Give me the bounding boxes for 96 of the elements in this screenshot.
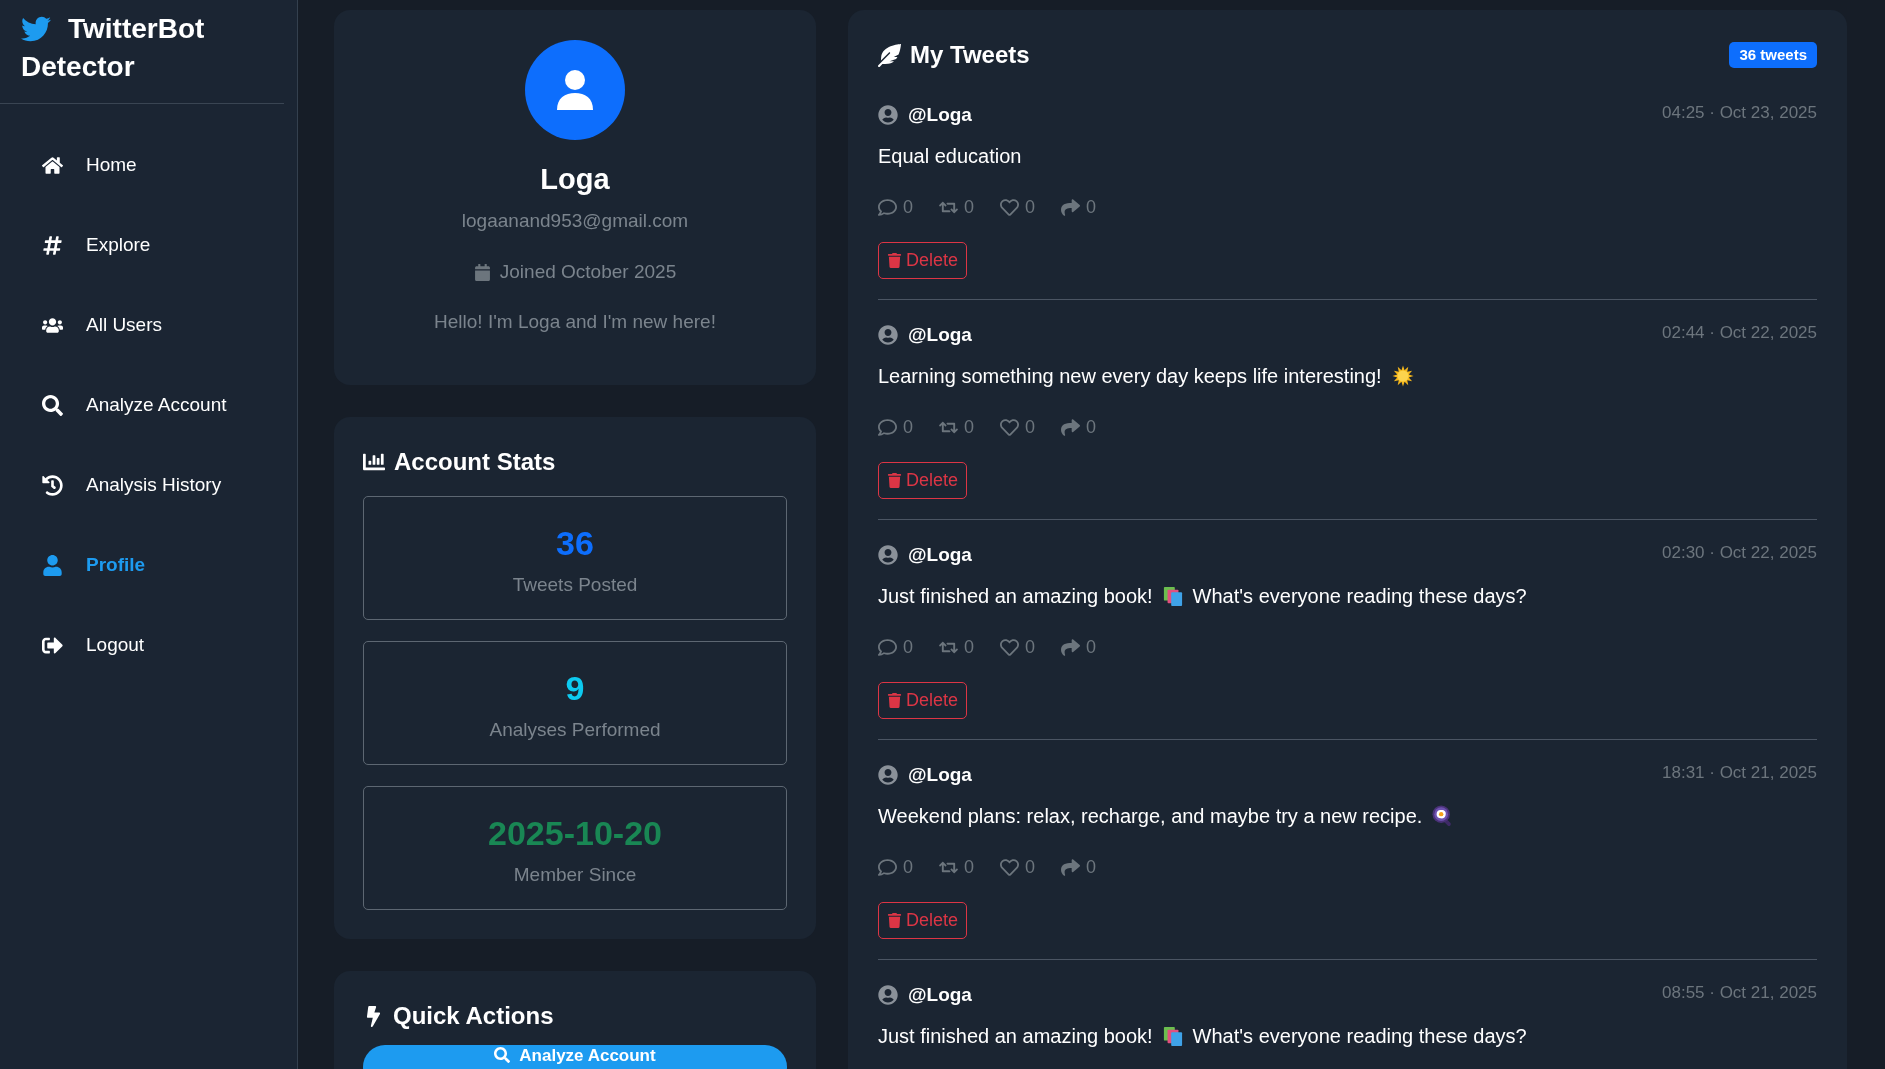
share-button[interactable]: 0: [1061, 856, 1097, 878]
tweet-time: 02:44 · Oct 22, 2025: [1662, 323, 1817, 343]
user-avatar-icon: [878, 105, 898, 125]
books-icon: [1162, 585, 1183, 607]
retweet-button[interactable]: 0: [939, 636, 975, 658]
analyze-account-button[interactable]: Analyze Account: [363, 1045, 787, 1069]
joined-date: Joined October 2025: [499, 260, 677, 284]
card-title: Account Stats: [394, 448, 556, 476]
stat-label: Member Since: [513, 863, 637, 887]
user-icon: [41, 554, 63, 576]
delete-button[interactable]: Delete: [878, 902, 968, 939]
tweet-time: 04:25 · Oct 23, 2025: [1662, 103, 1817, 123]
speech-bubble-icon: [878, 857, 897, 877]
delete-button[interactable]: Delete: [878, 682, 968, 719]
sidebar-item[interactable]: All Users: [40, 301, 162, 349]
card-title: Quick Actions: [393, 1002, 554, 1030]
tweet-handle: @Loga: [908, 104, 972, 126]
share-arrow-icon: [1061, 197, 1081, 217]
calendar-icon: [473, 263, 491, 281]
feather-icon: [878, 43, 901, 67]
user-avatar-icon: [878, 545, 898, 565]
like-button[interactable]: 0: [1000, 856, 1036, 878]
profile-email: logaanand953@gmail.com: [461, 209, 689, 233]
tweet-text: What's everyone reading these days?: [1192, 584, 1527, 609]
hashtag-icon: [41, 234, 63, 256]
share-arrow-icon: [1061, 637, 1081, 657]
share-button[interactable]: 0: [1061, 636, 1097, 658]
trash-icon: [887, 473, 902, 488]
sidebar-item[interactable]: Home: [40, 141, 137, 189]
stat-value: 2025-10-20: [488, 813, 662, 853]
trash-icon: [887, 253, 902, 268]
comment-button[interactable]: 0: [878, 416, 913, 438]
user-avatar-icon: [878, 765, 898, 785]
profile-name: Loga: [540, 162, 610, 196]
heart-icon: [1000, 417, 1020, 437]
heart-icon: [1000, 637, 1020, 657]
stat-value: 36: [556, 523, 594, 563]
retweet-button[interactable]: 0: [939, 416, 975, 438]
tweet-handle: @Loga: [908, 984, 972, 1006]
share-button[interactable]: 0: [1061, 196, 1097, 218]
tweet-handle: @Loga: [908, 324, 972, 346]
sidebar-item[interactable]: Logout: [40, 621, 145, 669]
history-icon: [41, 474, 63, 496]
home-icon: [41, 154, 63, 176]
stat-label: Analyses Performed: [489, 718, 661, 742]
tweet-text: Just finished an amazing book!: [878, 1024, 1153, 1049]
tweet-handle: @Loga: [908, 544, 972, 566]
tweet-time: 18:31 · Oct 21, 2025: [1662, 763, 1817, 783]
heart-icon: [1000, 197, 1020, 217]
delete-button[interactable]: Delete: [878, 242, 968, 279]
trash-icon: [887, 913, 902, 928]
user-avatar-icon: [878, 325, 898, 345]
search-icon: [41, 394, 63, 416]
brand-title: TwitterBot: [68, 12, 205, 46]
card-title: My Tweets: [910, 41, 1030, 69]
trash-icon: [887, 693, 902, 708]
sidebar-item[interactable]: Analysis History: [40, 461, 222, 509]
comment-button[interactable]: 0: [878, 196, 913, 218]
tweet-handle: @Loga: [908, 764, 972, 786]
sidebar-item[interactable]: Explore: [40, 221, 151, 269]
like-button[interactable]: 0: [1000, 416, 1036, 438]
starburst-icon: [1391, 365, 1414, 387]
speech-bubble-icon: [878, 637, 897, 657]
bar-chart-icon: [363, 451, 385, 473]
speech-bubble-icon: [878, 417, 897, 437]
like-button[interactable]: 0: [1000, 636, 1036, 658]
speech-bubble-icon: [878, 197, 897, 217]
tweet-text: Weekend plans: relax, recharge, and maybe try a new recipe.: [878, 804, 1423, 829]
like-button[interactable]: 0: [1000, 196, 1036, 218]
comment-button[interactable]: 0: [878, 636, 913, 658]
tweet-text: What's everyone reading these days?: [1192, 1024, 1527, 1049]
tweet-text: Just finished an amazing book!: [878, 584, 1153, 609]
bird-icon: [21, 14, 51, 44]
sidebar-item[interactable]: Analyze Account: [40, 381, 227, 429]
search-icon: [494, 1047, 511, 1063]
delete-button[interactable]: Delete: [878, 462, 968, 499]
sidebar-item[interactable]: Profile: [40, 541, 146, 589]
avatar-icon: [525, 40, 625, 140]
tweet-time: 08:55 · Oct 21, 2025: [1662, 983, 1817, 1003]
stat-label: Tweets Posted: [512, 573, 638, 597]
heart-icon: [1000, 857, 1020, 877]
brand-title: Detector: [21, 50, 135, 84]
stat-value: 9: [565, 668, 585, 708]
tweet-text: Equal education: [878, 144, 1022, 169]
tweet-time: 02:30 · Oct 22, 2025: [1662, 543, 1817, 563]
profile-bio: Hello! I'm Loga and I'm new here!: [434, 310, 716, 334]
comment-button[interactable]: 0: [878, 856, 913, 878]
user-avatar-icon: [878, 985, 898, 1005]
share-arrow-icon: [1061, 857, 1081, 877]
books-icon: [1162, 1025, 1183, 1047]
tweet-text: Learning something new every day keeps life interesting!: [878, 364, 1382, 389]
retweet-button[interactable]: 0: [939, 196, 975, 218]
share-arrow-icon: [1061, 417, 1081, 437]
retweet-button[interactable]: 0: [939, 856, 975, 878]
share-button[interactable]: 0: [1061, 416, 1097, 438]
tweet-count-badge: 36 tweets: [1729, 42, 1817, 68]
